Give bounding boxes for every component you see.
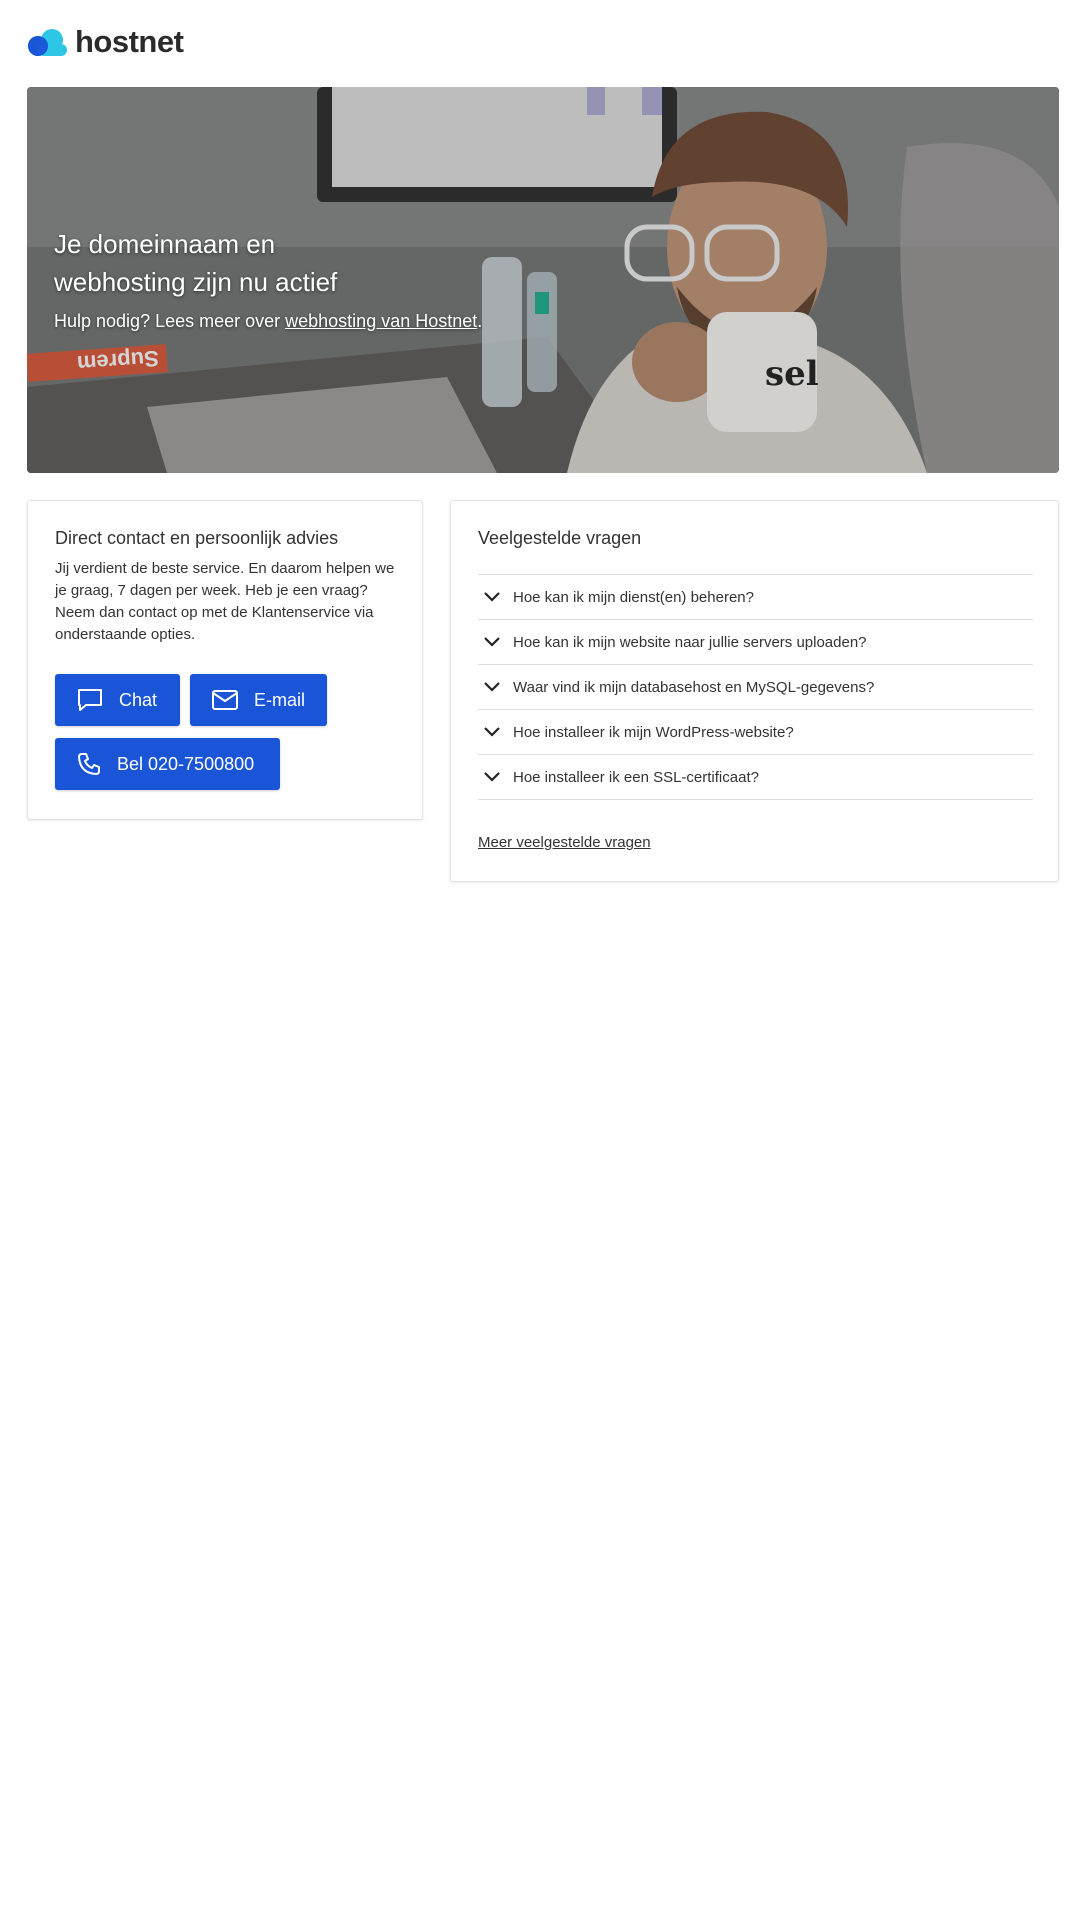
faq-item[interactable]: Hoe installeer ik een SSL-certificaat?: [478, 755, 1033, 800]
chat-icon: [78, 689, 102, 711]
faq-item[interactable]: Waar vind ik mijn databasehost en MySQL-…: [478, 665, 1033, 710]
contact-card: Direct contact en persoonlijk advies Jij…: [27, 500, 423, 820]
hero-banner: Suprem sel Je domeinnaam en webhosting z…: [27, 87, 1059, 473]
hero-sub-suffix: .: [477, 311, 483, 331]
email-button[interactable]: E-mail: [190, 674, 327, 726]
brand-name[interactable]: hostnet: [75, 24, 184, 60]
phone-icon: [78, 753, 100, 775]
cloud-logo-icon[interactable]: [27, 27, 69, 57]
chat-label: Chat: [119, 689, 158, 710]
chevron-down-icon: [484, 592, 500, 602]
call-label: Bel 020-7500800: [117, 753, 255, 774]
header: hostnet: [27, 24, 184, 60]
call-button[interactable]: Bel 020-7500800: [55, 738, 280, 790]
faq-question: Waar vind ik mijn databasehost en MySQL-…: [513, 678, 875, 696]
email-label: E-mail: [254, 689, 306, 710]
mail-icon: [212, 690, 238, 710]
hero-title: Je domeinnaam en webhosting zijn nu acti…: [54, 225, 754, 301]
faq-title: Veelgestelde vragen: [478, 528, 642, 548]
more-faq-link[interactable]: Meer veelgestelde vragen: [478, 834, 651, 851]
faq-question: Hoe kan ik mijn website naar jullie serv…: [513, 633, 867, 651]
hero-text: Je domeinnaam en webhosting zijn nu acti…: [54, 225, 754, 332]
chevron-down-icon: [484, 637, 500, 647]
hero-title-line1: Je domeinnaam en: [54, 229, 276, 259]
faq-card: Veelgestelde vragen Hoe kan ik mijn dien…: [450, 500, 1059, 882]
faq-question: Hoe kan ik mijn dienst(en) beheren?: [513, 588, 754, 606]
faq-item[interactable]: Hoe kan ik mijn dienst(en) beheren?: [478, 575, 1033, 620]
hero-title-line2: webhosting zijn nu actief: [54, 267, 338, 297]
webhosting-link[interactable]: webhosting van Hostnet: [285, 311, 477, 331]
hero-sub-prefix: Hulp nodig? Lees meer over: [54, 311, 286, 331]
chevron-down-icon: [484, 727, 500, 737]
faq-question: Hoe installeer ik mijn WordPress-website…: [513, 723, 794, 741]
chevron-down-icon: [484, 772, 500, 782]
contact-text: Jij verdient de beste service. En daarom…: [55, 560, 395, 643]
faq-item[interactable]: Hoe installeer ik mijn WordPress-website…: [478, 710, 1033, 755]
faq-item[interactable]: Hoe kan ik mijn website naar jullie serv…: [478, 620, 1033, 665]
hero-subtitle: Hulp nodig? Lees meer over webhosting va…: [54, 311, 754, 332]
faq-question: Hoe installeer ik een SSL-certificaat?: [513, 768, 759, 786]
faq-list: Hoe kan ik mijn dienst(en) beheren? Hoe …: [478, 574, 1033, 800]
chevron-down-icon: [484, 682, 500, 692]
contact-title: Direct contact en persoonlijk advies: [55, 528, 339, 548]
chat-button[interactable]: Chat: [55, 674, 180, 726]
